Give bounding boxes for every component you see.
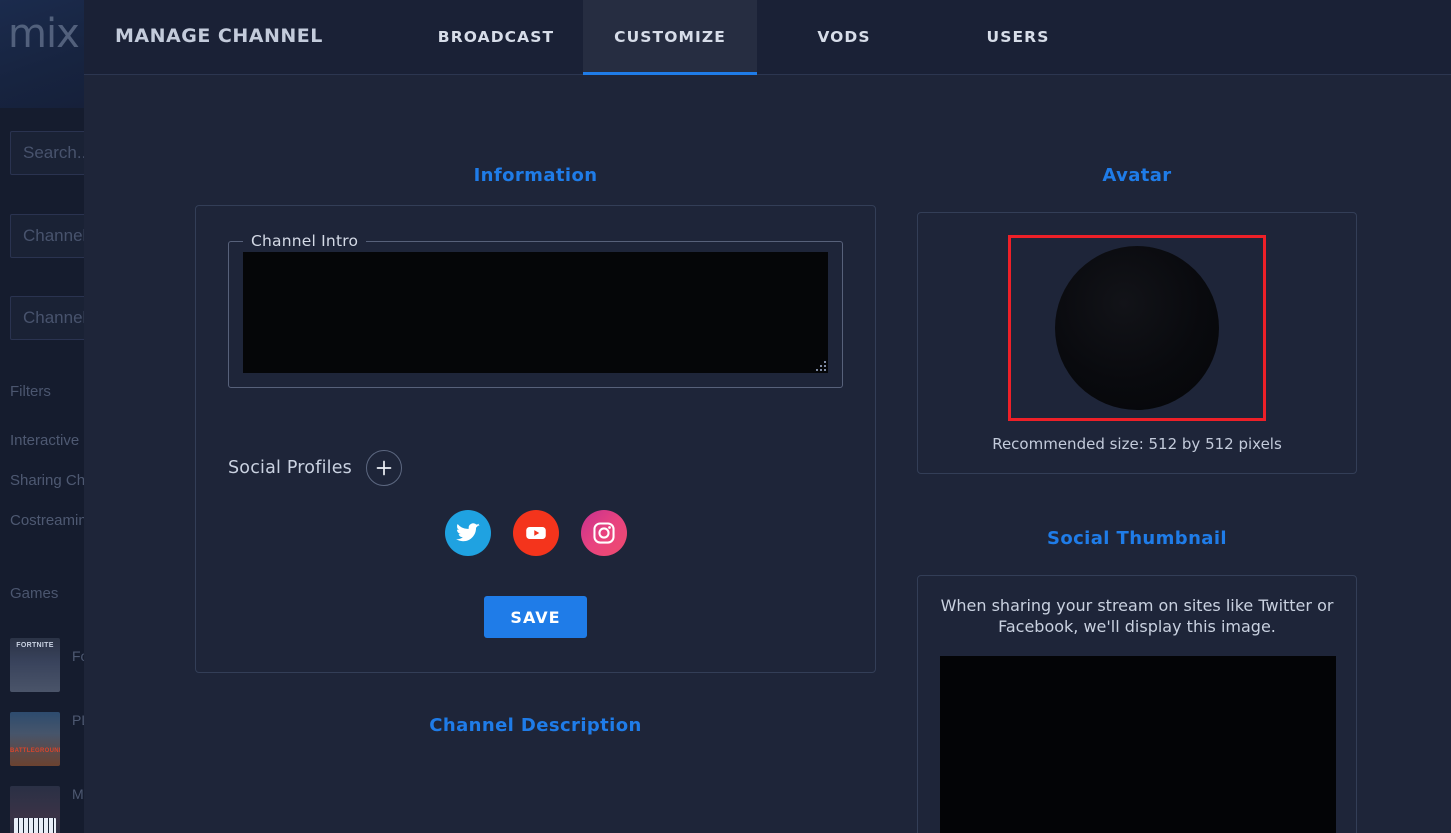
overlay-content: Information Channel Intro Social Profile… — [84, 75, 1451, 833]
information-section-title: Information — [473, 165, 598, 186]
sidebar-item-costreaming[interactable]: Costreaming — [10, 512, 95, 529]
tab-label: VODS — [817, 28, 871, 46]
twitter-icon[interactable] — [444, 510, 491, 556]
save-row: SAVE — [196, 596, 875, 672]
game-thumb-fortnite[interactable]: FORTNITE — [10, 638, 60, 692]
manage-channel-overlay: MANAGE CHANNEL BROADCAST CUSTOMIZE VODS … — [84, 0, 1451, 833]
page-title: MANAGE CHANNEL — [115, 25, 323, 48]
social-profiles-row: Social Profiles — [228, 450, 875, 486]
tab-vods[interactable]: VODS — [757, 0, 931, 74]
instagram-camera-glyph — [592, 522, 615, 544]
media-column: Avatar Recommended size: 512 by 512 pixe… — [917, 75, 1357, 833]
social-thumbnail-panel: When sharing your stream on sites like T… — [917, 575, 1357, 833]
mixer-logo[interactable]: mix — [8, 14, 80, 54]
channel-intro-textarea[interactable] — [243, 252, 828, 373]
plus-icon — [376, 460, 392, 476]
app-root: mix Search... Channels... Channels... Fi… — [0, 0, 1451, 833]
filters-heading: Filters — [10, 383, 51, 400]
tab-bar: BROADCAST CUSTOMIZE VODS USERS — [409, 0, 1105, 75]
youtube-play-glyph — [525, 527, 546, 539]
channel-intro-label: Channel Intro — [251, 232, 359, 250]
overlay-header: MANAGE CHANNEL BROADCAST CUSTOMIZE VODS … — [84, 0, 1451, 75]
game-thumb-music[interactable] — [10, 786, 60, 833]
instagram-icon[interactable] — [580, 510, 627, 556]
social-thumbnail-note: When sharing your stream on sites like T… — [940, 596, 1334, 636]
game-thumb-caption: BATTLEGROUNDS — [10, 748, 60, 754]
game-thumb-caption: FORTNITE — [16, 642, 54, 649]
tab-label: BROADCAST — [437, 28, 555, 46]
avatar-panel: Recommended size: 512 by 512 pixels — [917, 212, 1357, 474]
game-thumb-battlegrounds[interactable]: BATTLEGROUNDS — [10, 712, 60, 766]
tab-label: CUSTOMIZE — [614, 28, 726, 46]
games-heading: Games — [10, 585, 59, 602]
social-thumbnail-image[interactable] — [940, 655, 1336, 833]
social-profiles-label: Social Profiles — [228, 458, 352, 478]
save-button[interactable]: SAVE — [484, 596, 587, 638]
information-column: Information Channel Intro Social Profile… — [195, 75, 876, 736]
tab-broadcast[interactable]: BROADCAST — [409, 0, 583, 74]
tab-label: USERS — [986, 28, 1050, 46]
piano-keys-icon — [14, 818, 56, 833]
social-icon-list — [196, 510, 875, 556]
social-thumbnail-section: Social Thumbnail When sharing your strea… — [917, 528, 1357, 833]
avatar-recommended-size: Recommended size: 512 by 512 pixels — [992, 435, 1282, 453]
tab-customize[interactable]: CUSTOMIZE — [583, 0, 757, 75]
add-social-profile-button[interactable] — [365, 450, 402, 486]
avatar-highlight-box — [1008, 235, 1266, 421]
youtube-icon[interactable] — [512, 510, 559, 556]
resize-handle-icon[interactable] — [814, 359, 826, 371]
avatar[interactable] — [1055, 246, 1219, 410]
social-thumbnail-section-title: Social Thumbnail — [1046, 528, 1227, 549]
tab-users[interactable]: USERS — [931, 0, 1105, 74]
sidebar-item-interactive[interactable]: Interactive — [10, 432, 79, 449]
channel-intro-fieldset: Channel Intro — [228, 232, 843, 388]
information-panel: Channel Intro Social Profiles SAVE — [195, 205, 876, 673]
brand-panel: mix — [0, 0, 84, 108]
avatar-section-title: Avatar — [1102, 165, 1172, 186]
channel-description-section-title: Channel Description — [429, 715, 642, 736]
twitter-bird-glyph — [455, 523, 480, 542]
